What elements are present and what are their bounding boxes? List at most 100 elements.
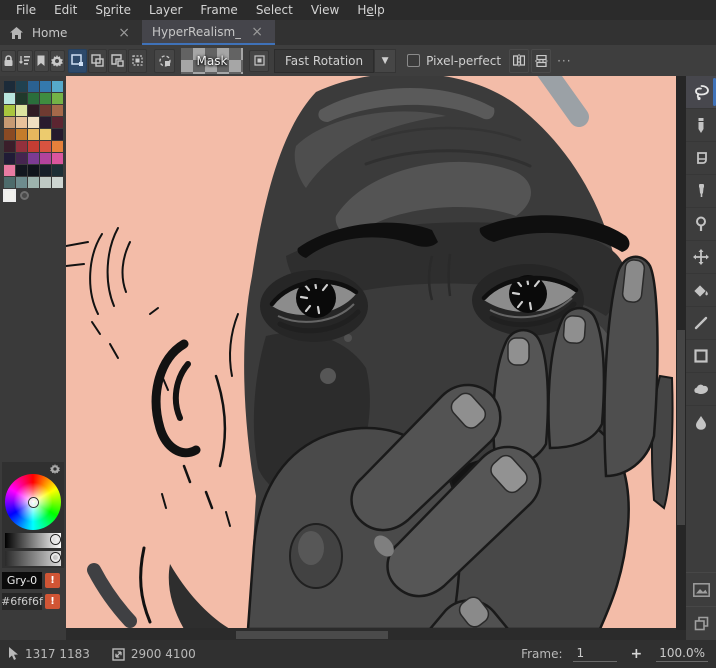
vertical-scrollbar-thumb[interactable] [677,330,685,525]
tool-eyedropper[interactable] [686,175,716,208]
palette-swatch[interactable] [40,117,51,128]
symmetry-horizontal-button[interactable] [531,49,551,73]
palette-swatch[interactable] [28,117,39,128]
palette-swatch[interactable] [4,141,15,152]
tool-selection[interactable] [686,76,716,109]
palette-swatch[interactable] [52,81,63,92]
tool-eraser[interactable] [686,142,716,175]
tab-home[interactable]: Home × [0,20,142,45]
palette-swatch[interactable] [4,177,15,188]
palette-swatch[interactable] [28,93,39,104]
menu-view[interactable]: View [302,1,348,19]
alpha-slider[interactable] [5,551,61,566]
palette-swatch[interactable] [40,129,51,140]
palette-swatch[interactable] [16,93,27,104]
pixel-perfect-checkbox[interactable] [407,54,420,67]
canvas[interactable] [66,76,676,628]
palette-swatch[interactable] [16,81,27,92]
palette-swatch[interactable] [40,165,51,176]
horizontal-scrollbar[interactable] [66,630,676,640]
palette-lock-button[interactable] [1,50,16,72]
zoom-input[interactable]: 100.0% [656,646,708,662]
selection-replace-button[interactable] [68,49,87,73]
menu-help[interactable]: Help [348,1,393,19]
tab-home-close-icon[interactable]: × [116,26,132,40]
palette-swatch[interactable] [52,117,63,128]
tool-line[interactable] [686,307,716,340]
context-more-button[interactable]: ··· [553,54,575,68]
tool-zoom[interactable] [686,208,716,241]
palette-swatch[interactable] [28,105,39,116]
palette-swatch[interactable] [40,81,51,92]
frame-input[interactable]: 1 [573,646,617,662]
selection-subtract-button[interactable] [108,49,127,73]
color-options-gear-icon[interactable] [50,464,60,474]
palette-sort-button[interactable] [17,50,32,72]
palette-swatch[interactable] [4,165,15,176]
value-slider[interactable] [5,533,61,548]
palette-swatch-selected[interactable] [4,190,15,201]
transparent-color-icon[interactable] [20,191,29,200]
tool-pencil[interactable] [686,109,716,142]
alpha-slider-handle[interactable] [51,553,60,562]
rotation-algorithm-dropdown[interactable]: Fast Rotation ▼ [274,49,396,73]
color-wheel-cursor[interactable] [29,498,38,507]
tab-document[interactable]: HyperRealism_Canv × [142,20,275,45]
layers-button[interactable] [686,606,716,640]
palette-presets-button[interactable] [34,50,49,72]
hex-warning-button[interactable]: ! [45,594,60,609]
menu-select[interactable]: Select [247,1,302,19]
preview-button[interactable] [686,572,716,606]
pixel-perfect-option[interactable]: Pixel-perfect [407,54,501,68]
palette-swatch[interactable] [40,93,51,104]
palette-swatch[interactable] [28,153,39,164]
menu-sprite[interactable]: Sprite [86,1,140,19]
palette-swatch[interactable] [28,81,39,92]
palette-swatch[interactable] [28,177,39,188]
palette-swatch[interactable] [28,165,39,176]
palette-swatch[interactable] [4,153,15,164]
palette-swatch[interactable] [52,153,63,164]
palette-swatch[interactable] [16,117,27,128]
brush-preview[interactable]: Mask [181,48,243,74]
palette-options-button[interactable] [50,50,65,72]
palette-swatch[interactable] [16,153,27,164]
selection-add-button[interactable] [88,49,107,73]
menu-edit[interactable]: Edit [45,1,86,19]
palette-swatch[interactable] [4,81,15,92]
palette-swatch[interactable] [40,177,51,188]
selection-intersect-button[interactable] [128,49,147,73]
palette-swatch[interactable] [4,93,15,104]
palette-swatch[interactable] [4,105,15,116]
menu-frame[interactable]: Frame [191,1,246,19]
menu-layer[interactable]: Layer [140,1,191,19]
palette-swatch[interactable] [16,141,27,152]
tool-paint-bucket[interactable] [686,274,716,307]
palette-swatch[interactable] [16,129,27,140]
tool-rectangle[interactable] [686,340,716,373]
tab-document-close-icon[interactable]: × [249,25,265,39]
palette-swatch[interactable] [52,165,63,176]
palette-swatch[interactable] [52,177,63,188]
foreground-color-hex[interactable]: #6f6f6f [2,593,42,610]
palette-swatch[interactable] [16,165,27,176]
palette-swatch[interactable] [4,117,15,128]
horizontal-scrollbar-thumb[interactable] [236,631,388,639]
color-warning-button[interactable]: ! [45,573,60,588]
tool-contour[interactable] [686,373,716,406]
tool-move[interactable] [686,241,716,274]
palette-swatch[interactable] [4,129,15,140]
palette-swatch[interactable] [52,93,63,104]
palette-swatch[interactable] [16,105,27,116]
palette-swatch[interactable] [28,129,39,140]
chevron-down-icon[interactable]: ▼ [374,49,396,73]
ink-button[interactable] [249,50,269,72]
palette-swatch[interactable] [28,141,39,152]
palette-swatch[interactable] [40,105,51,116]
palette-swatch[interactable] [16,177,27,188]
palette-swatch[interactable] [40,141,51,152]
add-frame-button[interactable]: + [627,646,647,662]
symmetry-vertical-button[interactable] [509,49,529,73]
palette-swatch[interactable] [52,141,63,152]
menu-file[interactable]: File [7,1,45,19]
